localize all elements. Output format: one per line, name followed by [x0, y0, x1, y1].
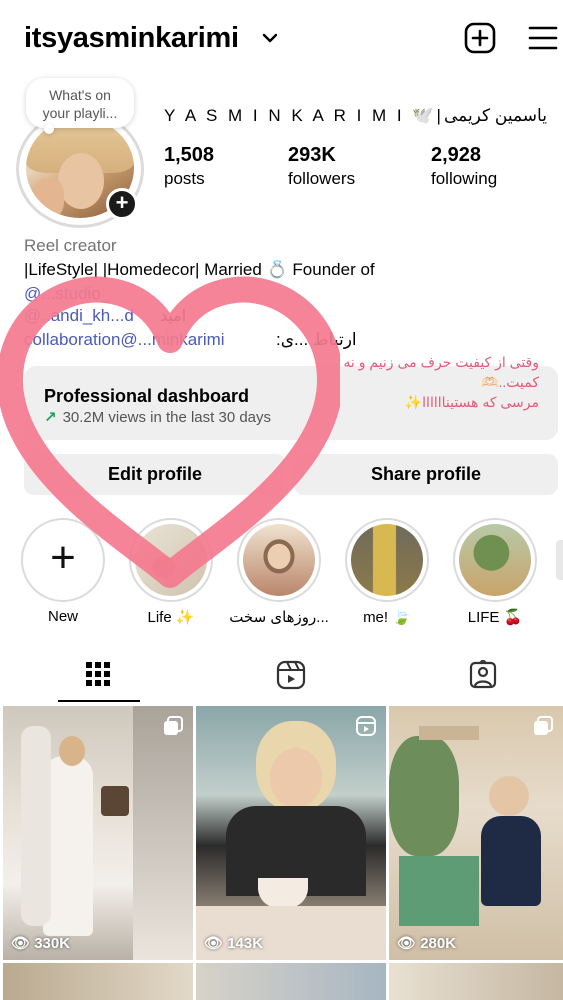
tab-tagged[interactable] — [388, 656, 563, 704]
stat-followers[interactable]: 293K followers — [288, 144, 355, 189]
stat-following-label: following — [431, 169, 498, 188]
hamburger-menu-icon[interactable] — [528, 24, 558, 52]
post-thumbnail[interactable] — [389, 963, 563, 1000]
post-views: 👁 280K — [397, 935, 457, 952]
post-thumbnail[interactable]: 👁 143K — [196, 706, 386, 960]
post-thumbnail[interactable]: 👁 330K — [3, 706, 193, 960]
bio-fa-fragment: امید — [160, 308, 187, 325]
highlight-cover — [135, 524, 207, 596]
overlay-caption: وقتی از کیفیت حرف می زنیم و نه کمیت..🫶🏻 … — [319, 352, 539, 412]
note-text-line2: your playli... — [42, 105, 118, 121]
tab-reels[interactable] — [196, 656, 384, 704]
post-thumbnail[interactable] — [3, 963, 193, 1000]
edit-profile-button[interactable]: Edit profile — [24, 454, 286, 495]
bio-line: |LifeStyle| |Homedecor| Married 💍 Founde… — [24, 260, 375, 279]
grid-icon — [86, 662, 110, 686]
stat-following-value: 2,928 — [431, 144, 482, 166]
bio-contact-link[interactable]: collaboration@...minkarimi — [24, 330, 225, 350]
share-profile-button[interactable]: Share profile — [294, 454, 558, 495]
stat-posts[interactable]: 1,508 posts — [164, 144, 214, 189]
reels-icon — [276, 660, 306, 690]
stat-followers-value: 293K — [288, 144, 336, 166]
overlay-caption-line: وقتی از کیفیت حرف می زنیم و نه — [343, 354, 539, 370]
note-bubble[interactable]: What's on your playli... — [26, 78, 134, 128]
trend-up-arrow-icon: ↗ — [44, 409, 57, 426]
multi-image-icon — [164, 716, 183, 735]
bio-mention-link[interactable]: @..andi_kh...d — [24, 306, 134, 326]
chevron-down-icon[interactable] — [262, 30, 278, 46]
highlight-cover — [243, 524, 315, 596]
add-story-icon[interactable]: + — [106, 188, 138, 220]
highlight-label: New — [47, 608, 78, 625]
top-bar: itsyasminkarimi — [0, 0, 563, 78]
bio-mention-link[interactable]: @...studio_ — [24, 284, 110, 304]
active-tab-indicator — [58, 700, 140, 702]
dashboard-subtitle: ↗ 30.2M views in the last 30 days — [44, 408, 271, 426]
overlay-caption-line: کمیت..🫶🏻 — [481, 374, 539, 390]
multi-image-icon — [534, 716, 553, 735]
tagged-person-icon — [469, 660, 497, 689]
post-thumbnail[interactable] — [196, 963, 386, 1000]
bio-contact-label: :ارتباط ...ی — [276, 330, 357, 349]
highlight-label: Life ✨ — [147, 609, 195, 626]
highlight-cover — [459, 524, 531, 596]
plus-icon: + — [50, 533, 76, 582]
highlight-label: me! 🍃 — [363, 609, 411, 626]
dashboard-views-text: 30.2M views in the last 30 days — [62, 409, 272, 426]
plus-square-icon[interactable] — [464, 22, 496, 54]
display-name: Y A S M I N K A R I M I 🕊️|یاسمین کریمی — [164, 106, 547, 125]
post-views: 👁 143K — [204, 935, 264, 952]
tab-grid[interactable] — [4, 656, 192, 704]
stat-posts-value: 1,508 — [164, 144, 215, 166]
overlay-caption-line: مرسی که هستیناااااا✨ — [404, 394, 539, 410]
dashboard-title: Professional dashboard — [44, 386, 250, 406]
post-views: 👁 330K — [11, 935, 71, 952]
username-title[interactable]: itsyasminkarimi — [24, 22, 239, 55]
stat-posts-label: posts — [164, 169, 205, 188]
stat-following[interactable]: 2,928 following — [431, 144, 497, 189]
note-text-line1: What's on — [49, 87, 111, 103]
stat-followers-label: followers — [288, 169, 356, 188]
highlight-label: LIFE 🍒 — [467, 609, 523, 626]
highlight-cover — [351, 524, 423, 596]
highlight-label: روزهای سخت... — [229, 609, 329, 626]
bio-category: Reel creator — [24, 236, 117, 255]
reels-icon — [356, 716, 376, 736]
highlight-partial[interactable] — [556, 540, 563, 580]
note-bubble-tail — [44, 124, 54, 134]
post-thumbnail[interactable]: 👁 280K — [389, 706, 563, 960]
